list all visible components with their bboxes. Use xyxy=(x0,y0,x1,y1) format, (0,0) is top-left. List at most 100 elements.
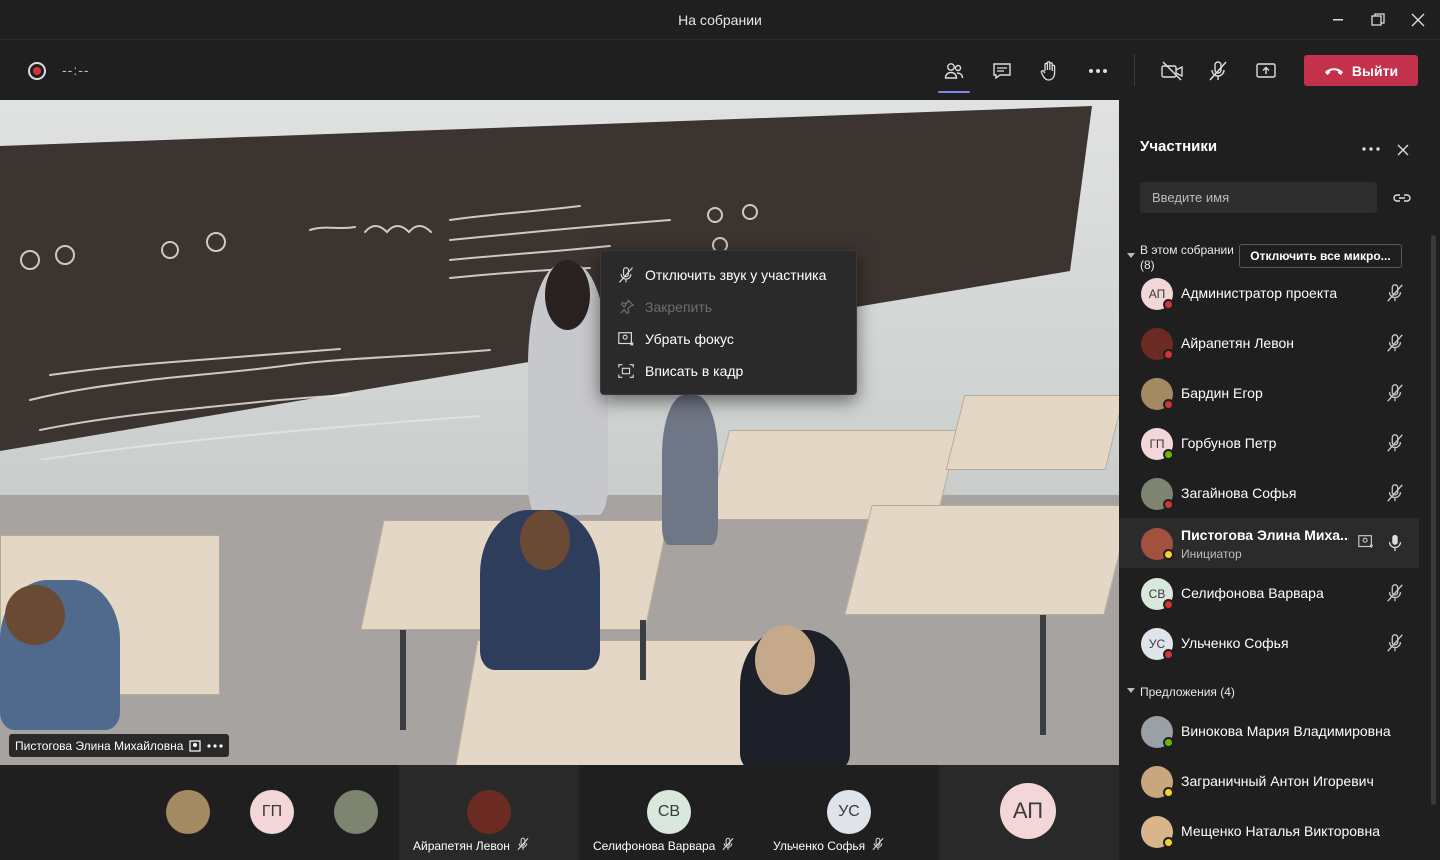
close-window-button[interactable] xyxy=(1406,8,1430,32)
avatar xyxy=(166,790,210,834)
chat-button[interactable] xyxy=(985,54,1019,88)
video-tile[interactable] xyxy=(150,765,228,860)
pin-icon xyxy=(620,299,635,315)
people-icon xyxy=(944,63,964,79)
suggestion-row[interactable]: Мещенко Наталья Викторовна xyxy=(1119,806,1419,856)
minimize-icon xyxy=(1333,19,1343,21)
participant-name: Администратор проекта xyxy=(1181,285,1338,301)
mic-off-icon xyxy=(1387,284,1403,302)
video-tile[interactable]: ГП xyxy=(234,765,312,860)
raise-hand-button[interactable] xyxy=(1032,54,1066,88)
participant-name: Загайнова Софья xyxy=(1181,485,1297,501)
mic-off-icon xyxy=(1209,61,1227,81)
participant-row[interactable]: Загайнова Софья xyxy=(1119,468,1419,518)
speaker-name-tag: Пистогова Элина Михайловна xyxy=(9,734,230,757)
menu-item-pin: Закрепить xyxy=(601,291,856,323)
presence-status-icon xyxy=(1163,837,1174,848)
mic-off-icon xyxy=(721,837,735,854)
maximize-button[interactable] xyxy=(1366,8,1390,32)
video-tile[interactable] xyxy=(318,765,396,860)
video-tile[interactable]: СВ Селифонова Варвара xyxy=(579,765,759,860)
more-icon[interactable] xyxy=(1362,147,1380,151)
mic-off-icon xyxy=(1387,434,1403,452)
participant-row[interactable]: СВ Селифонова Варвара xyxy=(1119,568,1419,618)
scrollbar[interactable] xyxy=(1431,235,1436,805)
minimize-button[interactable] xyxy=(1326,8,1350,32)
suggestion-name: Мещенко Наталья Викторовна xyxy=(1181,823,1381,839)
suggestions-label: Предложения (4) xyxy=(1140,685,1235,699)
menu-item-mute-participant[interactable]: Отключить звук у участника xyxy=(601,259,856,291)
avatar: ГП xyxy=(250,790,294,834)
mic-off-icon xyxy=(618,267,634,283)
window-title: На собрании xyxy=(678,12,762,28)
video-tile[interactable]: УС Ульченко Софья xyxy=(759,765,939,860)
participant-row[interactable]: УС Ульченко Софья xyxy=(1119,618,1419,668)
participants-panel: Участники В этом собрании (8) Отключить … xyxy=(1119,100,1440,860)
chevron-down-icon[interactable] xyxy=(1127,688,1135,694)
participant-row[interactable]: ГП Горбунов Петр xyxy=(1119,418,1419,468)
search-input[interactable] xyxy=(1140,182,1377,213)
close-icon xyxy=(1411,13,1425,27)
participant-context-menu: Отключить звук у участника Закрепить Убр… xyxy=(600,250,857,395)
student-head xyxy=(520,510,570,570)
speaker-name: Пистогова Элина Михайловна xyxy=(15,738,184,753)
participant-row[interactable]: Бардин Егор xyxy=(1119,368,1419,418)
presence-status-icon xyxy=(1163,787,1174,798)
share-screen-button[interactable] xyxy=(1249,54,1283,88)
mic-off-icon xyxy=(1387,384,1403,402)
mic-off-icon xyxy=(1387,634,1403,652)
participant-name: Горбунов Петр xyxy=(1181,435,1277,451)
share-invite-icon[interactable] xyxy=(1393,191,1411,205)
close-icon[interactable] xyxy=(1397,144,1409,156)
unspotlight-icon xyxy=(618,332,634,346)
desk xyxy=(844,505,1119,615)
participant-row[interactable]: Айрапетян Левон xyxy=(1119,318,1419,368)
more-icon xyxy=(1089,69,1107,73)
avatar: АП xyxy=(1000,783,1056,839)
avatar: СВ xyxy=(647,790,691,834)
presence-status-icon xyxy=(1163,649,1174,660)
teacher-hair xyxy=(545,260,590,330)
mic-toggle-button[interactable] xyxy=(1201,54,1235,88)
participant-name: Айрапетян Левон xyxy=(1181,335,1295,351)
desk-leg xyxy=(640,620,646,680)
mic-muted-indicator xyxy=(1385,433,1405,453)
menu-item-remove-spotlight[interactable]: Убрать фокус xyxy=(601,323,856,355)
participant-name: Селифонова Варвара xyxy=(1181,585,1324,601)
menu-item-fit-frame[interactable]: Вписать в кадр xyxy=(601,355,856,387)
panel-title: Участники xyxy=(1140,138,1218,155)
presence-status-icon xyxy=(1163,599,1174,610)
mic-off-icon xyxy=(1387,334,1403,352)
mic-icon xyxy=(1388,534,1402,552)
chevron-down-icon[interactable] xyxy=(1127,253,1135,259)
tile-name: Селифонова Варвара xyxy=(593,838,716,853)
more-icon[interactable] xyxy=(207,743,224,748)
presence-status-icon xyxy=(1163,449,1174,460)
participant-row[interactable]: Пистогова Элина Миха... Инициатор xyxy=(1119,518,1419,568)
participant-name: Пистогова Элина Миха... xyxy=(1181,527,1349,543)
student-head xyxy=(5,585,65,645)
video-tile[interactable]: АП xyxy=(939,765,1119,860)
tile-name: Айрапетян Левон xyxy=(413,838,510,853)
participant-row[interactable]: АП Администратор проекта xyxy=(1119,268,1419,318)
fit-frame-icon xyxy=(618,364,634,378)
suggestion-name: Винокова Мария Владимировна xyxy=(1181,723,1391,739)
suggestion-row[interactable]: Винокова Мария Владимировна xyxy=(1119,706,1419,756)
mic-muted-indicator xyxy=(1385,483,1405,503)
menu-item-label: Убрать фокус xyxy=(645,331,734,347)
participant-name: Ульченко Софья xyxy=(1181,635,1289,651)
presenter-icon xyxy=(189,739,202,752)
more-actions-button[interactable] xyxy=(1081,54,1115,88)
video-stage[interactable] xyxy=(0,100,1119,765)
participants-button[interactable] xyxy=(937,54,971,93)
presence-status-icon xyxy=(1163,299,1174,310)
leave-button[interactable]: Выйти xyxy=(1304,55,1418,86)
video-tile[interactable]: Айрапетян Левон xyxy=(399,765,579,860)
student-head xyxy=(755,625,815,695)
mic-off-icon xyxy=(1387,484,1403,502)
suggestion-row[interactable]: Заграничный Антон Игоревич xyxy=(1119,756,1419,806)
mute-all-button[interactable]: Отключить все микро... xyxy=(1239,244,1402,268)
camera-toggle-button[interactable] xyxy=(1155,54,1189,88)
camera-off-icon xyxy=(1161,61,1183,81)
restore-icon xyxy=(1371,13,1385,26)
